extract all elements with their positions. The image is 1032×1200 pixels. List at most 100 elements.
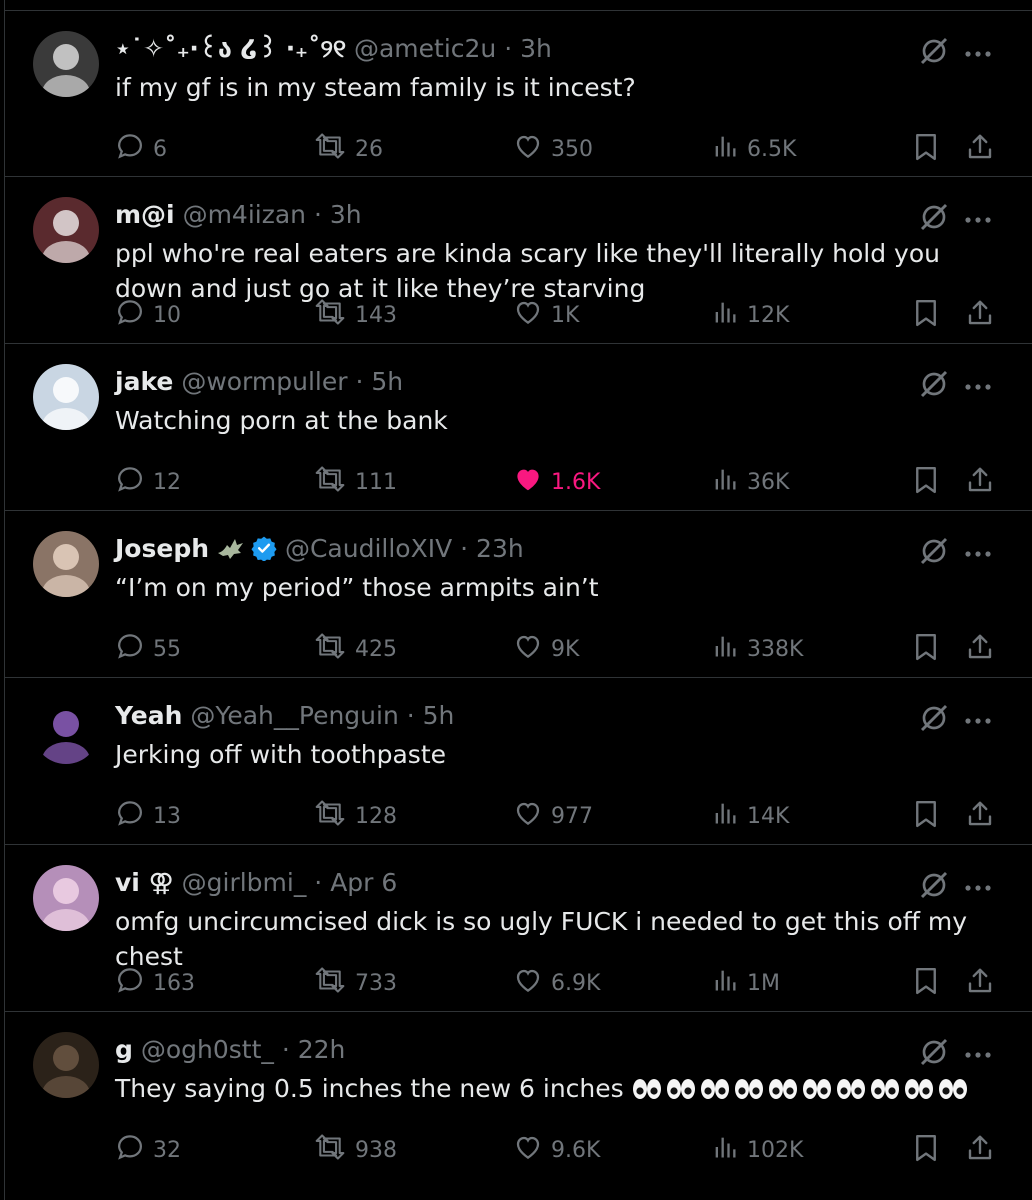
like-button[interactable]: 9K bbox=[513, 631, 579, 667]
like-count: 977 bbox=[551, 803, 593, 829]
avatar[interactable] bbox=[33, 364, 99, 430]
bookmark-button[interactable] bbox=[911, 798, 941, 836]
views-button[interactable]: 338K bbox=[711, 631, 803, 667]
post-text: “I’m on my period” those armpits ain’t bbox=[115, 573, 599, 602]
post-timestamp[interactable]: Apr 6 bbox=[330, 868, 397, 897]
reply-button[interactable]: 10 bbox=[115, 297, 181, 333]
bookmark-button[interactable] bbox=[911, 965, 941, 1003]
share-button[interactable] bbox=[965, 798, 995, 836]
repost-icon bbox=[313, 798, 347, 834]
avatar[interactable] bbox=[33, 865, 99, 931]
reply-button[interactable]: 6 bbox=[115, 131, 167, 167]
post-timestamp[interactable]: 3h bbox=[520, 34, 552, 63]
like-button[interactable]: 1K bbox=[513, 297, 579, 333]
user-handle[interactable]: @m4iizan bbox=[183, 200, 306, 229]
views-button[interactable]: 12K bbox=[711, 297, 789, 333]
post-timestamp[interactable]: 3h bbox=[330, 200, 362, 229]
more-options-icon[interactable] bbox=[964, 544, 992, 563]
views-button[interactable]: 102K bbox=[711, 1132, 803, 1168]
grok-icon[interactable] bbox=[918, 201, 950, 237]
grok-icon[interactable] bbox=[918, 869, 950, 905]
more-options-icon[interactable] bbox=[964, 711, 992, 730]
like-button[interactable]: 9.6K bbox=[513, 1132, 600, 1168]
like-button[interactable]: 6.9K bbox=[513, 965, 600, 1001]
avatar[interactable] bbox=[33, 1032, 99, 1098]
reply-button[interactable]: 13 bbox=[115, 798, 181, 834]
repost-button[interactable]: 26 bbox=[313, 131, 383, 167]
reply-button[interactable]: 55 bbox=[115, 631, 181, 667]
avatar[interactable] bbox=[33, 531, 99, 597]
user-handle[interactable]: @CaudilloXIV bbox=[285, 534, 452, 563]
views-button[interactable]: 36K bbox=[711, 464, 789, 500]
avatar[interactable] bbox=[33, 698, 99, 764]
tweet-post[interactable]: vi ⚢ @girlbmi_ · Apr 6 omfg uncircumcise… bbox=[4, 845, 1032, 1012]
share-button[interactable] bbox=[965, 297, 995, 335]
tweet-post[interactable]: Yeah @Yeah__Penguin · 5h Jerking off wit… bbox=[4, 678, 1032, 845]
grok-icon[interactable] bbox=[918, 535, 950, 571]
post-timestamp[interactable]: 5h bbox=[371, 367, 403, 396]
bookmark-icon bbox=[911, 464, 941, 502]
user-handle[interactable]: @ogh0stt_ bbox=[141, 1035, 274, 1064]
display-name[interactable]: Yeah bbox=[115, 701, 182, 730]
repost-button[interactable]: 111 bbox=[313, 464, 397, 500]
share-button[interactable] bbox=[965, 464, 995, 502]
repost-button[interactable]: 733 bbox=[313, 965, 397, 1001]
post-timestamp[interactable]: 23h bbox=[476, 534, 524, 563]
bookmark-button[interactable] bbox=[911, 631, 941, 669]
user-handle[interactable]: @wormpuller bbox=[181, 367, 347, 396]
grok-icon[interactable] bbox=[918, 368, 950, 404]
views-button[interactable]: 14K bbox=[711, 798, 789, 834]
user-handle[interactable]: @ametic2u bbox=[354, 34, 496, 63]
post-text: ppl who're real eaters are kinda scary l… bbox=[115, 239, 940, 303]
display-name[interactable]: vi ⚢ bbox=[115, 868, 174, 897]
more-options-icon[interactable] bbox=[964, 210, 992, 229]
like-button[interactable]: 350 bbox=[513, 131, 593, 167]
display-name[interactable]: m@i bbox=[115, 200, 175, 229]
post-timestamp[interactable]: 22h bbox=[298, 1035, 346, 1064]
tweet-post[interactable]: g @ogh0stt_ · 22h They saying 0.5 inches… bbox=[4, 1012, 1032, 1200]
views-button[interactable]: 1M bbox=[711, 965, 780, 1001]
bookmark-button[interactable] bbox=[911, 131, 941, 169]
grok-icon[interactable] bbox=[918, 35, 950, 71]
bookmark-button[interactable] bbox=[911, 297, 941, 335]
tweet-post[interactable]: ⋆˙✧˚₊‧꒰ა ໒꒱ ‧₊˚୨୧ @ametic2u · 3h if my g… bbox=[4, 10, 1032, 177]
bookmark-button[interactable] bbox=[911, 464, 941, 502]
post-timestamp[interactable]: 5h bbox=[423, 701, 455, 730]
display-name[interactable]: jake bbox=[115, 367, 173, 396]
share-button[interactable] bbox=[965, 631, 995, 669]
tweet-post[interactable]: Joseph @CaudilloXIV · 23h “I’m on my per… bbox=[4, 511, 1032, 678]
repost-button[interactable]: 425 bbox=[313, 631, 397, 667]
more-options-icon[interactable] bbox=[964, 44, 992, 63]
share-button[interactable] bbox=[965, 131, 995, 169]
like-button[interactable]: 977 bbox=[513, 798, 593, 834]
grok-icon[interactable] bbox=[918, 702, 950, 738]
share-button[interactable] bbox=[965, 1132, 995, 1170]
reply-button[interactable]: 163 bbox=[115, 965, 195, 1001]
share-button[interactable] bbox=[965, 965, 995, 1003]
tweet-post[interactable]: jake @wormpuller · 5h Watching porn at t… bbox=[4, 344, 1032, 511]
avatar[interactable] bbox=[33, 197, 99, 263]
views-button[interactable]: 6.5K bbox=[711, 131, 796, 167]
share-icon bbox=[965, 131, 995, 169]
post-text-container: if my gf is in my steam family is it inc… bbox=[115, 70, 992, 105]
avatar[interactable] bbox=[33, 31, 99, 97]
reply-button[interactable]: 32 bbox=[115, 1132, 181, 1168]
like-button[interactable]: 1.6K bbox=[513, 464, 600, 500]
user-handle[interactable]: @girlbmi_ bbox=[182, 868, 307, 897]
display-name[interactable]: Joseph bbox=[115, 534, 209, 563]
user-handle[interactable]: @Yeah__Penguin bbox=[190, 701, 398, 730]
display-name[interactable]: g bbox=[115, 1035, 133, 1064]
like-count: 9.6K bbox=[551, 1137, 601, 1163]
tweet-post[interactable]: m@i @m4iizan · 3h ppl who're real eaters… bbox=[4, 177, 1032, 344]
bookmark-button[interactable] bbox=[911, 1132, 941, 1170]
repost-button[interactable]: 938 bbox=[313, 1132, 397, 1168]
more-options-icon[interactable] bbox=[964, 1045, 992, 1064]
repost-button[interactable]: 143 bbox=[313, 297, 397, 333]
more-options-icon[interactable] bbox=[964, 878, 992, 897]
display-name[interactable]: ⋆˙✧˚₊‧꒰ა ໒꒱ ‧₊˚୨୧ bbox=[115, 34, 346, 63]
like-count: 9K bbox=[551, 636, 580, 662]
repost-button[interactable]: 128 bbox=[313, 798, 397, 834]
reply-button[interactable]: 12 bbox=[115, 464, 181, 500]
grok-icon[interactable] bbox=[918, 1036, 950, 1072]
more-options-icon[interactable] bbox=[964, 377, 992, 396]
